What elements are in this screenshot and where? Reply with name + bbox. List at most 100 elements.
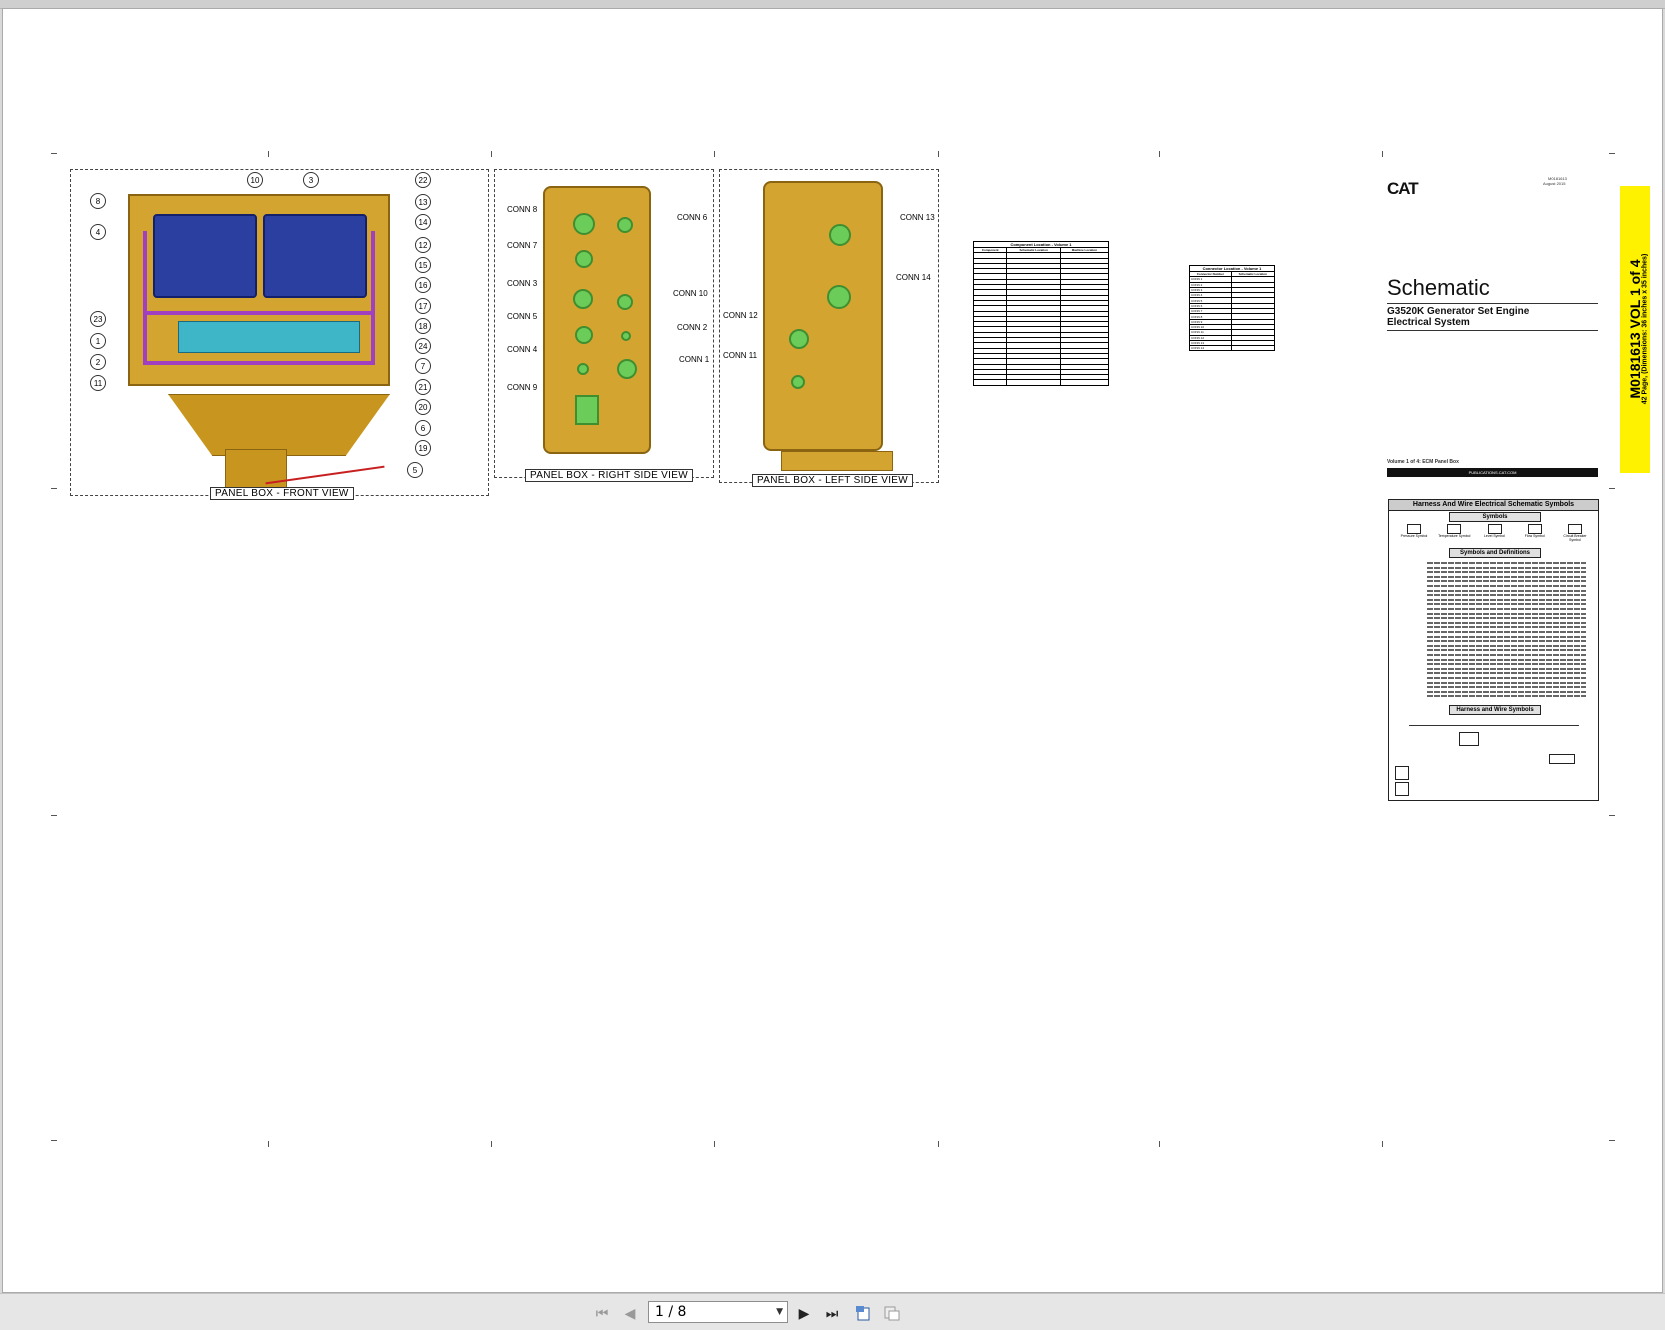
connector-location-table: Connector Location - Volume 1 Connector … <box>1189 265 1276 352</box>
callout-2: 2 <box>90 354 106 370</box>
tick-mark <box>268 151 269 157</box>
callout-14: 14 <box>415 214 431 230</box>
legend-text-line <box>1427 677 1586 679</box>
tick-mark <box>1609 488 1615 489</box>
legend-text-line <box>1427 585 1586 587</box>
viewer-toolbar: ⏮ ◀ 1 / 8 ▼ ▶ ⏭ <box>0 1293 1665 1330</box>
document-page: 10 3 22 8 13 4 14 12 15 16 23 17 18 1 24… <box>2 8 1663 1293</box>
conn-label-14: CONN 14 <box>896 273 931 282</box>
symbol-label: Level Symbol <box>1483 534 1505 538</box>
wire-harness <box>143 361 373 365</box>
legend-text-line <box>1427 649 1586 652</box>
wire-harness <box>371 231 375 365</box>
symbols-legend: Harness And Wire Electrical Schematic Sy… <box>1388 499 1599 801</box>
legend-text-line <box>1427 575 1586 578</box>
fit-page-svg <box>856 1306 870 1321</box>
terminal-strip <box>178 321 360 353</box>
callout-6: 6 <box>415 420 431 436</box>
callout-24: 24 <box>415 338 431 354</box>
circuit-breaker-symbol: Circuit Breaker Symbol <box>1558 524 1592 544</box>
wire-harness <box>143 231 147 365</box>
legend-text-line <box>1427 589 1586 592</box>
legend-text-line <box>1427 617 1586 620</box>
harness-wire-line <box>1409 725 1579 726</box>
tick-mark <box>1382 1141 1383 1147</box>
conn-label-11: CONN 11 <box>723 351 758 360</box>
conn-label-10: CONN 10 <box>673 289 708 298</box>
conn-label-9: CONN 9 <box>507 383 538 392</box>
tick-mark <box>1159 151 1160 157</box>
cat-logo: CAT <box>1387 179 1419 198</box>
last-page-button[interactable]: ⏭ <box>820 1302 844 1324</box>
legend-text-line <box>1427 608 1586 610</box>
prev-page-button[interactable]: ◀ <box>618 1302 642 1324</box>
connector-6 <box>617 217 633 233</box>
legend-symbol-row: Pressure Symbol Temperature Symbol Level… <box>1397 524 1592 544</box>
tick-mark <box>1159 1141 1160 1147</box>
connector-4 <box>577 363 589 375</box>
title-rule <box>1387 303 1598 304</box>
location-cell <box>1230 345 1276 352</box>
connector-8 <box>573 213 595 235</box>
conn-label-3: CONN 3 <box>507 279 538 288</box>
flow-symbol: Flow Symbol <box>1518 524 1552 544</box>
publications-bar: PUBLICATIONS.CAT.COM <box>1387 468 1598 477</box>
component-location-rows <box>972 252 1110 386</box>
connector-2 <box>621 331 631 341</box>
callout-11: 11 <box>90 375 106 391</box>
tick-mark <box>938 1141 939 1147</box>
volume-note: Volume 1 of 4: ECM Panel Box <box>1387 459 1459 465</box>
conn-label-1: CONN 1 <box>679 355 710 364</box>
level-symbol-icon <box>1487 524 1502 534</box>
callout-3: 3 <box>303 172 319 188</box>
chevron-down-icon: ▼ <box>776 1307 783 1317</box>
tick-mark <box>1609 153 1615 154</box>
legend-text-line <box>1427 672 1586 675</box>
table-cell <box>1006 379 1061 386</box>
table-cell <box>972 379 1008 386</box>
tick-mark <box>714 1141 715 1147</box>
callout-1: 1 <box>90 333 106 349</box>
conn-label-7: CONN 7 <box>507 241 538 250</box>
wire-harness <box>143 311 373 315</box>
callout-13: 13 <box>415 194 431 210</box>
level-symbol: Level Symbol <box>1478 524 1512 544</box>
connector-cell: CONN 14 <box>1189 345 1232 352</box>
callout-10: 10 <box>247 172 263 188</box>
tick-mark <box>51 1140 57 1141</box>
page-number-select[interactable]: 1 / 8 ▼ <box>648 1301 788 1323</box>
tick-mark <box>714 151 715 157</box>
connector-location-rows: CONN 1 CONN 2 CONN 3 CONN 4 CONN 5 CONN 6 CONN… <box>1189 276 1276 352</box>
tick-mark <box>1609 1140 1615 1141</box>
callout-16: 16 <box>415 277 431 293</box>
next-page-button[interactable]: ▶ <box>792 1302 816 1324</box>
legend-text-line <box>1427 640 1586 643</box>
callout-17: 17 <box>415 298 431 314</box>
fit-width-icon[interactable] <box>880 1302 904 1324</box>
component-location-table: Component Location - Volume 1 Component … <box>972 241 1110 386</box>
left-view-label: PANEL BOX - LEFT SIDE VIEW <box>752 474 913 487</box>
tick-mark <box>491 1141 492 1147</box>
page-indicator: 1 / 8 <box>655 1304 687 1320</box>
fit-page-icon[interactable] <box>852 1302 876 1324</box>
flow-symbol-icon <box>1527 524 1542 534</box>
callout-20: 20 <box>415 399 431 415</box>
connector-3 <box>573 289 593 309</box>
connector-1 <box>617 359 637 379</box>
legend-harness-header: Harness and Wire Symbols <box>1449 705 1541 715</box>
legend-text-line <box>1427 654 1586 656</box>
first-page-button[interactable]: ⏮ <box>590 1302 614 1324</box>
symbol-label: Pressure Symbol <box>1400 534 1428 538</box>
callout-15: 15 <box>415 257 431 273</box>
legend-text-line <box>1427 658 1586 661</box>
legend-text-line <box>1427 695 1586 698</box>
schematic-subtitle-2: Electrical System <box>1387 317 1470 328</box>
ecm-module-left <box>153 214 257 298</box>
tick-mark <box>1382 151 1383 157</box>
pressure-symbol: Pressure Symbol <box>1397 524 1431 544</box>
legend-text-line <box>1427 626 1586 629</box>
tick-mark <box>1609 815 1615 816</box>
callout-18: 18 <box>415 318 431 334</box>
legend-text-line <box>1427 667 1586 670</box>
table-cell <box>1059 379 1110 386</box>
